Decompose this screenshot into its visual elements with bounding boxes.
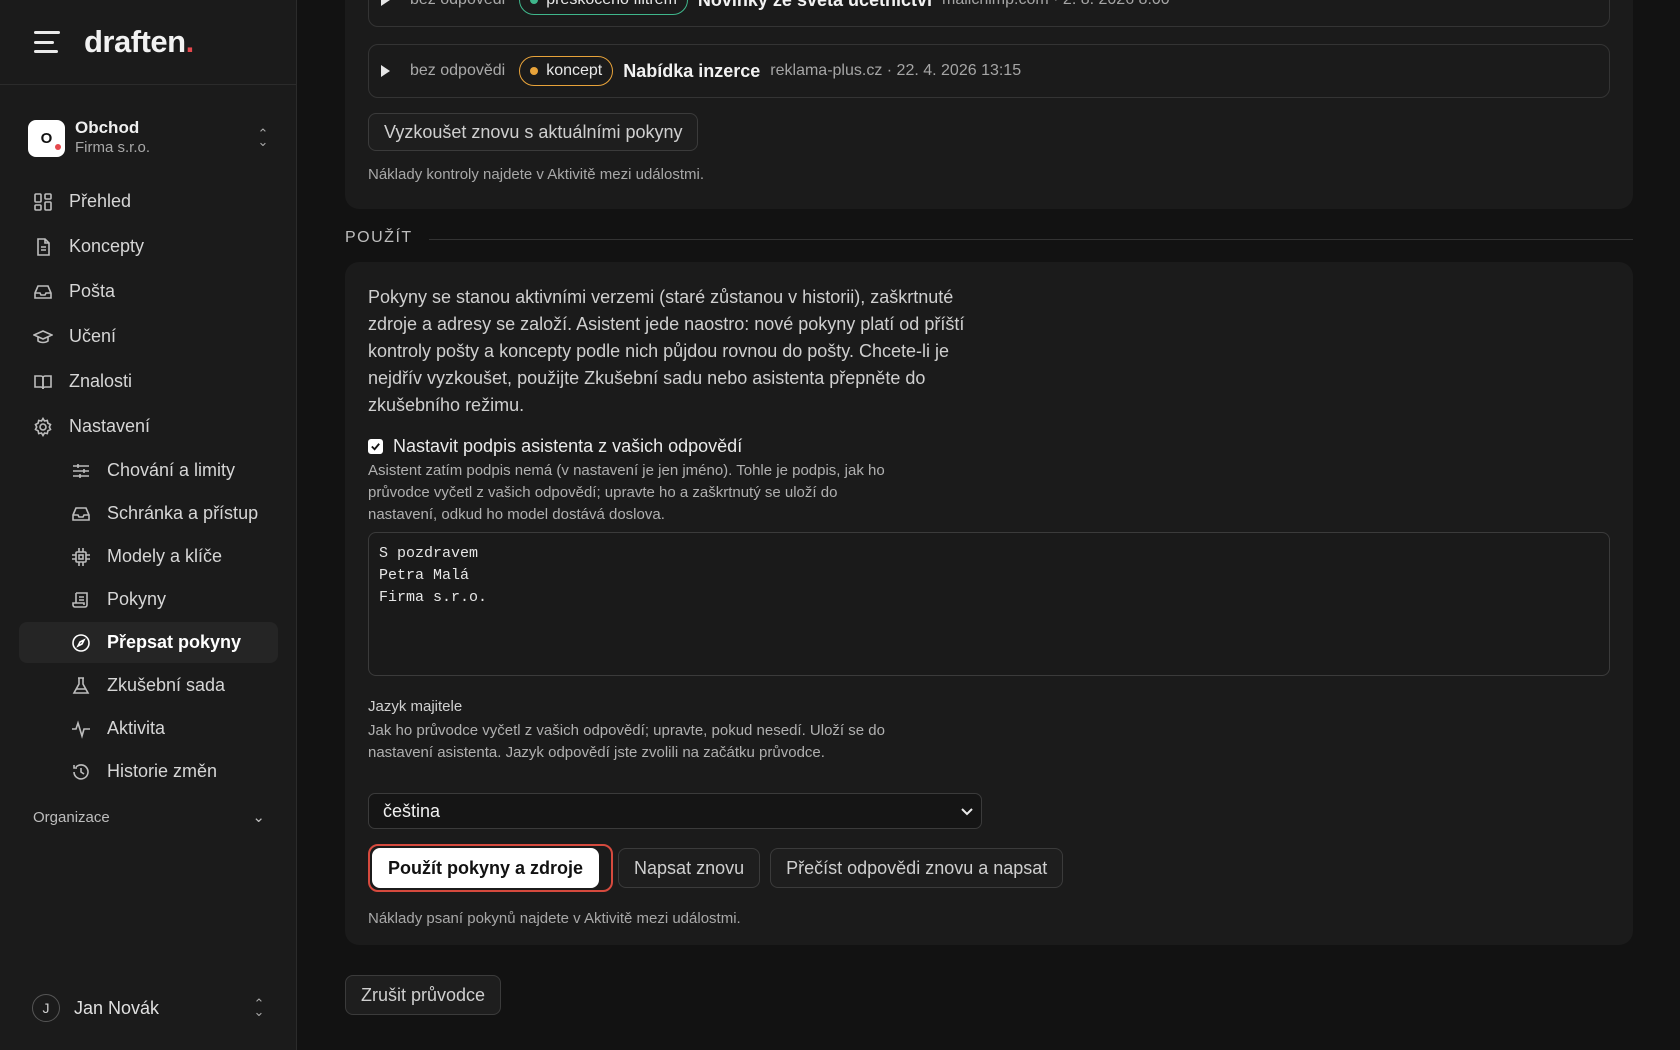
chevron-down-icon (961, 808, 973, 816)
chevron-up-down-icon: ⌃ ⌄ (257, 126, 269, 149)
nav-sub-prepsat-pokyny[interactable]: Přepsat pokyny (19, 622, 278, 663)
gear-icon (33, 416, 53, 437)
document-icon (33, 237, 53, 257)
sliders-icon (71, 461, 91, 481)
reread-and-rewrite-button[interactable]: Přečíst odpovědi znovu a napsat (770, 848, 1064, 888)
scroll-icon (71, 590, 91, 610)
org-name: Obchod (75, 118, 140, 137)
nav-sub-historie-zmen[interactable]: Historie změn (19, 751, 278, 792)
cancel-wizard-button[interactable]: Zrušit průvodce (345, 975, 502, 1015)
focus-ring: Použít pokyny a zdroje (368, 844, 614, 892)
owner-language-select[interactable]: čeština (368, 793, 982, 829)
expand-triangle-icon[interactable] (381, 65, 390, 77)
nav-sub-aktivita[interactable]: Aktivita (19, 708, 278, 749)
owner-language-help: Jak ho průvodce vyčetl z vašich odpovědí… (368, 722, 885, 761)
graduation-cap-icon (33, 327, 53, 347)
compass-icon (71, 633, 91, 653)
nav-sub-pokyny[interactable]: Pokyny (19, 579, 278, 620)
retry-with-current-instructions-button[interactable]: Vyzkoušet znovu s aktuálními pokyny (368, 113, 699, 151)
nav-sub-zkusebni-sada[interactable]: Zkušební sada (19, 665, 278, 706)
org-switcher[interactable]: O Obchod Firma s.r.o. ⌃ ⌄ (28, 116, 270, 160)
inbox-icon (33, 282, 53, 302)
status-badge: koncept (519, 56, 614, 86)
nav-item-znalosti[interactable]: Znalosti (19, 360, 278, 403)
signature-checkbox[interactable] (368, 439, 383, 454)
chip-icon (71, 547, 91, 567)
status-badge: přeskočeno filtrem (519, 0, 688, 15)
book-icon (33, 372, 53, 392)
nav-sub-schranka-a-pristup[interactable]: Schránka a přístup (19, 493, 278, 534)
signature-textarea[interactable]: S pozdravem Petra Malá Firma s.r.o. (368, 532, 1610, 676)
signature-help: Asistent zatím podpis nemá (v nastavení … (368, 462, 885, 523)
logo[interactable]: draften. (84, 24, 194, 60)
sidebar: draften. O Obchod Firma s.r.o. ⌃ ⌄ Přehle… (0, 0, 297, 1050)
section-heading-apply: POUŽÍT (345, 229, 1633, 247)
nav-item-nastaveni[interactable]: Nastavení (19, 405, 278, 448)
dashboard-icon (33, 192, 53, 212)
apply-instructions-and-sources-button[interactable]: Použít pokyny a zdroje (372, 848, 600, 888)
avatar: J (32, 994, 60, 1022)
apply-description: Pokyny se stanou aktivními verzemi (star… (368, 287, 965, 415)
check-cost-note: Náklady kontroly najdete v Aktivitě mezi… (368, 166, 704, 183)
activity-icon (71, 719, 91, 739)
flask-icon (71, 676, 91, 696)
org-subtitle: Firma s.r.o. (75, 139, 151, 156)
email-row[interactable]: bez odpovědi přeskočeno filtrem Novinky … (368, 0, 1610, 27)
inbox-icon (71, 504, 91, 524)
brand-bar: draften. (0, 0, 296, 85)
nav-sub-chovani-a-limity[interactable]: Chování a limity (19, 450, 278, 491)
org-avatar: O (28, 119, 65, 157)
nav-item-koncepty[interactable]: Koncepty (19, 225, 278, 268)
apply-card: Pokyny se stanou aktivními verzemi (star… (345, 262, 1633, 945)
signature-checkbox-row[interactable]: Nastavit podpis asistenta z vašich odpov… (368, 436, 742, 457)
user-name: Jan Novák (74, 997, 160, 1018)
rewrite-button[interactable]: Napsat znovu (618, 848, 761, 888)
user-menu[interactable]: J Jan Novák ⌃ ⌄ (32, 994, 266, 1022)
nav-item-prehled[interactable]: Přehled (19, 180, 278, 223)
nav-sub-modely-a-klice[interactable]: Modely a klíče (19, 536, 278, 577)
apply-actions: Použít pokyny a zdroje Napsat znovu Přeč… (368, 844, 1073, 892)
main-nav: Přehled Koncepty Pošta Učení Znalosti Na… (19, 180, 278, 794)
history-icon (71, 762, 91, 782)
expand-triangle-icon[interactable] (381, 0, 390, 6)
menu-icon[interactable] (34, 31, 60, 53)
nav-item-uceni[interactable]: Učení (19, 315, 278, 358)
owner-language-label: Jazyk majitele (368, 698, 463, 715)
writing-cost-note: Náklady psaní pokynů najdete v Aktivitě … (368, 910, 741, 927)
check-results-card: bez odpovědi přeskočeno filtrem Novinky … (345, 0, 1633, 209)
nav-item-posta[interactable]: Pošta (19, 270, 278, 313)
chevron-down-icon: ⌄ (252, 809, 265, 826)
email-row[interactable]: bez odpovědi koncept Nabídka inzerce rek… (368, 44, 1610, 98)
organization-section-toggle[interactable]: Organizace ⌄ (33, 808, 265, 827)
chevron-up-down-icon: ⌃ ⌄ (253, 996, 265, 1019)
